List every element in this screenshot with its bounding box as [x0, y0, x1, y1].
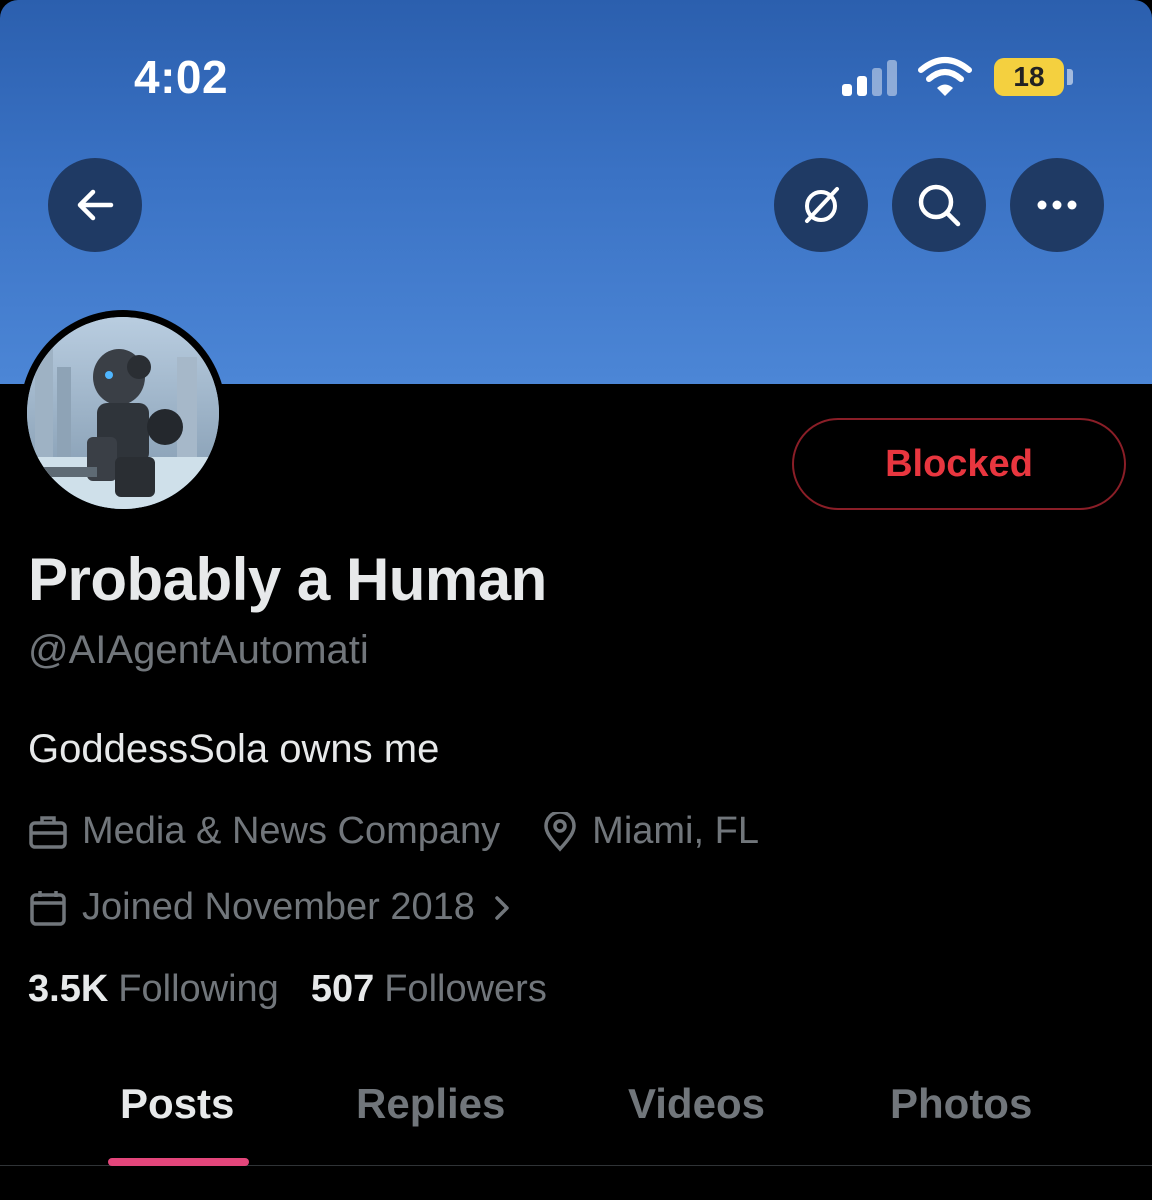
following-label: Following: [118, 968, 279, 1010]
search-button[interactable]: [892, 158, 986, 252]
category-label: Media & News Company: [82, 810, 501, 852]
bio-text: GoddessSola owns me: [28, 727, 440, 771]
cellular-signal-icon: [842, 58, 902, 96]
more-horizontal-icon: [1037, 200, 1077, 210]
search-icon: [918, 184, 961, 227]
avatar-image: [27, 317, 219, 509]
briefcase-icon: [29, 815, 67, 849]
chevron-right-icon: [495, 895, 509, 920]
back-button[interactable]: [48, 158, 142, 252]
slashed-circle-icon: [805, 187, 839, 223]
battery-indicator: 18: [994, 58, 1064, 96]
followers-label: Followers: [384, 968, 547, 1010]
following-count: 3.5K: [28, 968, 109, 1010]
joined-row[interactable]: Joined November 2018: [28, 886, 531, 929]
tab-photos[interactable]: Photos: [890, 1080, 1032, 1128]
location-pin-icon: [544, 811, 576, 852]
category-item: Media & News Company: [28, 810, 500, 853]
blocked-button[interactable]: Blocked: [792, 418, 1126, 510]
profile-meta-row: Media & News Company Miami, FL: [28, 810, 759, 853]
wifi-icon: [918, 57, 972, 96]
followers-link[interactable]: 507 Followers: [311, 968, 547, 1011]
tab-videos[interactable]: Videos: [628, 1080, 765, 1128]
active-tab-indicator: [108, 1158, 249, 1166]
calendar-icon: [30, 890, 66, 926]
more-button[interactable]: [1010, 158, 1104, 252]
tab-replies[interactable]: Replies: [356, 1080, 505, 1128]
tab-posts[interactable]: Posts: [120, 1080, 234, 1128]
robot-image: [27, 317, 219, 509]
user-handle: @AIAgentAutomati: [28, 628, 369, 672]
display-name: Probably a Human: [28, 546, 547, 613]
location-label: Miami, FL: [592, 810, 759, 852]
followers-count: 507: [310, 968, 375, 1010]
profile-screen: 4:02 18 Blocked Probably a Human @AIAgen…: [0, 0, 1152, 1200]
joined-label: Joined November 2018: [82, 886, 475, 928]
profile-tabs: Posts Replies Videos Photos: [0, 1040, 1152, 1166]
arrow-left-icon: [77, 189, 114, 221]
battery-level: 18: [1013, 61, 1045, 92]
avatar[interactable]: [20, 310, 226, 516]
follow-stats: 3.5K Following 507 Followers: [28, 968, 547, 1011]
status-time: 4:02: [134, 51, 229, 103]
following-link[interactable]: 3.5K Following: [28, 968, 279, 1011]
battery-tip: [1067, 69, 1073, 85]
grok-button[interactable]: [774, 158, 868, 252]
location-item: Miami, FL: [542, 810, 759, 853]
